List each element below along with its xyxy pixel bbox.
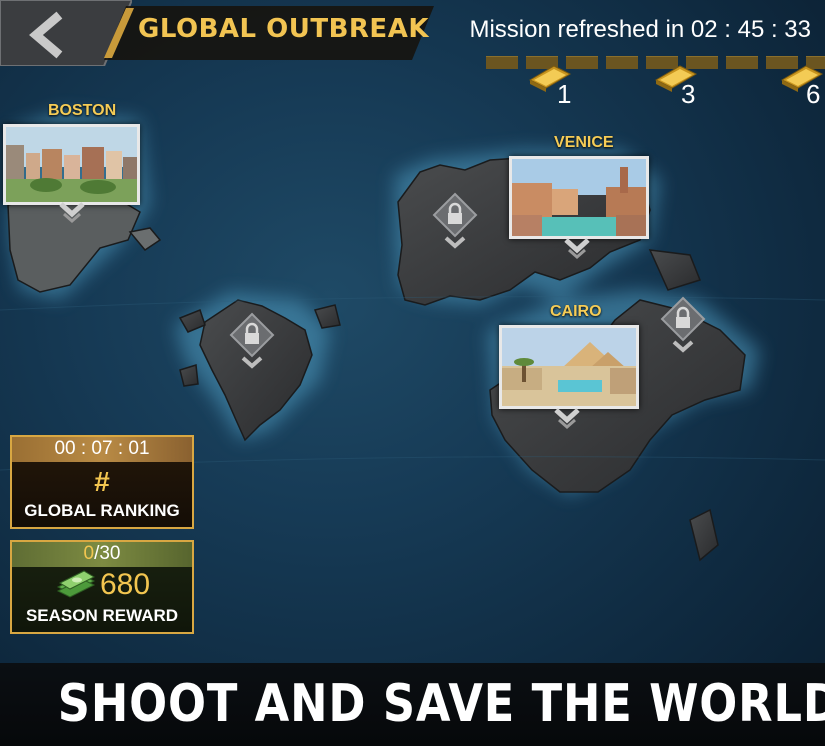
season-reward-amount: 680: [100, 568, 151, 601]
gold-reward-count: 1: [557, 79, 572, 109]
locked-mission-node[interactable]: [660, 296, 706, 356]
gold-reward-count: 3: [681, 79, 696, 109]
global-ranking-panel[interactable]: 00 : 07 : 01 # GLOBAL RANKING: [10, 435, 194, 529]
city-card-venice[interactable]: [509, 156, 649, 239]
city-label-venice: VENICE: [554, 134, 614, 151]
ranking-timer: 00 : 07 : 01: [54, 438, 150, 459]
gold-bar-icon: [654, 65, 698, 92]
padlock-icon: [676, 317, 690, 328]
world-map-screen: GLOBAL OUTBREAK Mission refreshed in 02 …: [0, 0, 825, 746]
chevron-down-icon: [554, 408, 580, 429]
ranking-value: #: [94, 466, 110, 497]
world-map: [0, 112, 825, 562]
chevron-down-icon: [564, 238, 590, 259]
mission-refresh-timer: Mission refreshed in 02 : 45 : 33: [469, 16, 811, 43]
locked-mission-node[interactable]: [229, 312, 275, 372]
locked-mission-node[interactable]: [432, 192, 478, 252]
gold-bar-icon: [528, 65, 572, 92]
city-label-cairo: CAIRO: [550, 303, 602, 320]
season-progress-current: 0: [83, 543, 95, 564]
ranking-label: GLOBAL RANKING: [24, 501, 180, 520]
season-progress-total: /30: [94, 543, 121, 564]
chevron-down-icon: [59, 202, 85, 223]
city-card-boston[interactable]: [3, 124, 140, 205]
cash-stack-icon: [56, 570, 96, 598]
city-card-cairo[interactable]: [499, 325, 639, 409]
padlock-icon: [448, 213, 462, 224]
padlock-icon: [245, 333, 259, 344]
promo-banner-text: SHOOT AND SAVE THE WORLD!: [57, 674, 825, 734]
city-label-boston: BOSTON: [48, 102, 117, 119]
season-progress: 0/30: [12, 543, 192, 565]
season-reward-label: SEASON REWARD: [25, 606, 179, 625]
top-bar: GLOBAL OUTBREAK Mission refreshed in 02 …: [0, 0, 825, 109]
gold-reward-count: 6: [806, 79, 821, 109]
season-reward-panel[interactable]: 0/30 680 SEASON REWARD: [10, 540, 194, 634]
page-title: GLOBAL OUTBREAK: [138, 14, 429, 44]
